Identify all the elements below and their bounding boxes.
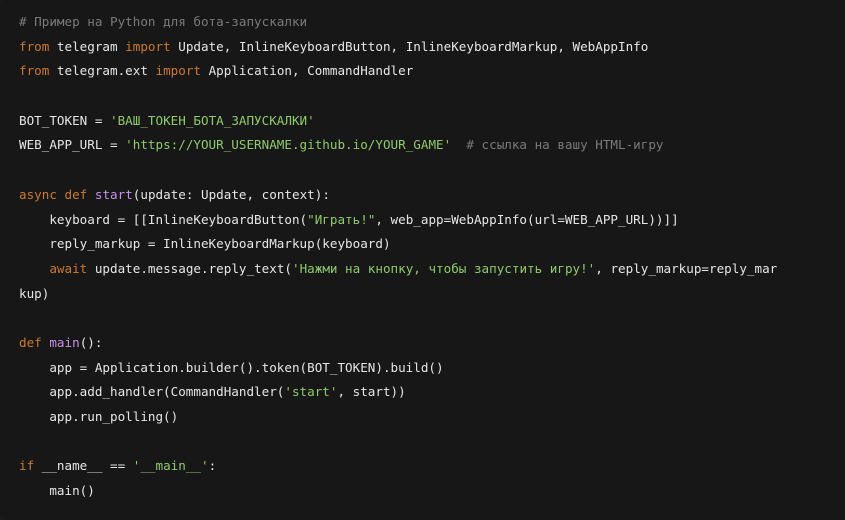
- code-token-keyword: import: [125, 38, 171, 54]
- code-line: ​: [19, 84, 827, 109]
- code-token-string: "Играть!": [307, 211, 376, 227]
- code-token-plain: , web_app=WebAppInfo(url=WEB_APP_URL))]]: [375, 211, 679, 227]
- code-token-string: '__main__': [132, 458, 209, 474]
- code-line: await update.message.reply_text('Нажми н…: [19, 257, 827, 282]
- code-token-plain: Application, CommandHandler: [201, 63, 414, 79]
- code-token-plain: telegram: [49, 38, 126, 54]
- code-token-string: 'https://YOUR_USERNAME.github.io/YOUR_GA…: [125, 137, 452, 153]
- code-line: main(): [19, 479, 827, 504]
- code-token-plain: WEB_APP_URL =: [19, 137, 126, 153]
- code-token-keyword: def: [19, 334, 42, 350]
- code-token-string: 'start': [284, 384, 338, 400]
- code-token-keyword: async: [19, 186, 57, 202]
- code-line: keyboard = [[InlineKeyboardButton("Играт…: [19, 208, 827, 233]
- code-line: ​: [19, 306, 827, 331]
- code-line: # Пример на Python для бота-запускалки: [19, 10, 827, 35]
- code-token-plain: :: [208, 458, 217, 474]
- code-token-comment: # Пример на Python для бота-запускалки: [19, 14, 308, 29]
- code-token-plain: __name__ ==: [34, 458, 133, 474]
- code-line: reply_markup = InlineKeyboardMarkup(keyb…: [19, 232, 827, 257]
- code-token-keyword: await: [49, 260, 88, 276]
- code-token-comment: # ссылка на вашу HTML-игру: [466, 137, 664, 153]
- code-line: BOT_TOKEN = 'ВАШ_ТОКЕН_БОТА_ЗАПУСКАЛКИ': [19, 109, 827, 134]
- code-token-plain: main(): [19, 483, 95, 499]
- code-token-func: main: [49, 334, 80, 350]
- code-token-string: 'Нажми на кнопку, чтобы запустить игру!': [291, 260, 596, 276]
- code-token-plain: telegram.ext: [49, 63, 156, 79]
- code-line: from telegram import Update, InlineKeybo…: [19, 35, 827, 60]
- code-line: kup): [19, 282, 827, 307]
- code-block: # Пример на Python для бота-запускалки fr…: [0, 0, 845, 520]
- code-token-plain: app = Application.builder().token(BOT_TO…: [19, 359, 444, 375]
- code-token-string: 'ВАШ_ТОКЕН_БОТА_ЗАПУСКАЛКИ': [110, 112, 315, 128]
- code-token-plain: BOT_TOKEN =: [19, 112, 110, 128]
- python-code[interactable]: # Пример на Python для бота-запускалки fr…: [19, 10, 827, 504]
- code-token-plain: (update: Update, context):: [132, 186, 330, 202]
- code-line: WEB_APP_URL = 'https://YOUR_USERNAME.git…: [19, 133, 827, 158]
- code-line: if __name__ == '__main__':: [19, 454, 827, 479]
- code-token-plain: , start)): [337, 384, 406, 400]
- code-token-keyword: from: [19, 63, 50, 79]
- code-token-plain: app.add_handler(CommandHandler(: [19, 384, 285, 400]
- code-line: ​: [19, 430, 827, 455]
- code-token-plain: , reply_markup=reply_mar: [595, 260, 778, 276]
- code-token-keyword: import: [155, 63, 202, 79]
- code-line: app.add_handler(CommandHandler('start', …: [19, 380, 827, 405]
- code-token-func: start: [94, 186, 133, 202]
- code-token-plain: Update, InlineKeyboardButton, InlineKeyb…: [170, 38, 649, 54]
- code-token-plain: ():: [79, 334, 103, 350]
- code-line: async def start(update: Update, context)…: [19, 183, 827, 208]
- code-line: app = Application.builder().token(BOT_TO…: [19, 356, 827, 381]
- code-token-plain: reply_markup = InlineKeyboardMarkup(keyb…: [19, 236, 391, 252]
- code-line: app.run_polling(): [19, 405, 827, 430]
- code-token-plain: kup): [19, 285, 50, 301]
- code-line: ​: [19, 158, 827, 183]
- code-line: def main():: [19, 331, 827, 356]
- code-token-plain: keyboard = [[InlineKeyboardButton(: [19, 211, 308, 227]
- code-token-keyword: from: [19, 38, 50, 54]
- code-line: from telegram.ext import Application, Co…: [19, 59, 827, 84]
- code-token-plain: update.message.reply_text(: [87, 260, 292, 276]
- code-token-plain: app.run_polling(): [19, 409, 179, 424]
- code-token-keyword: if: [19, 458, 35, 474]
- code-token-keyword: def: [64, 186, 88, 202]
